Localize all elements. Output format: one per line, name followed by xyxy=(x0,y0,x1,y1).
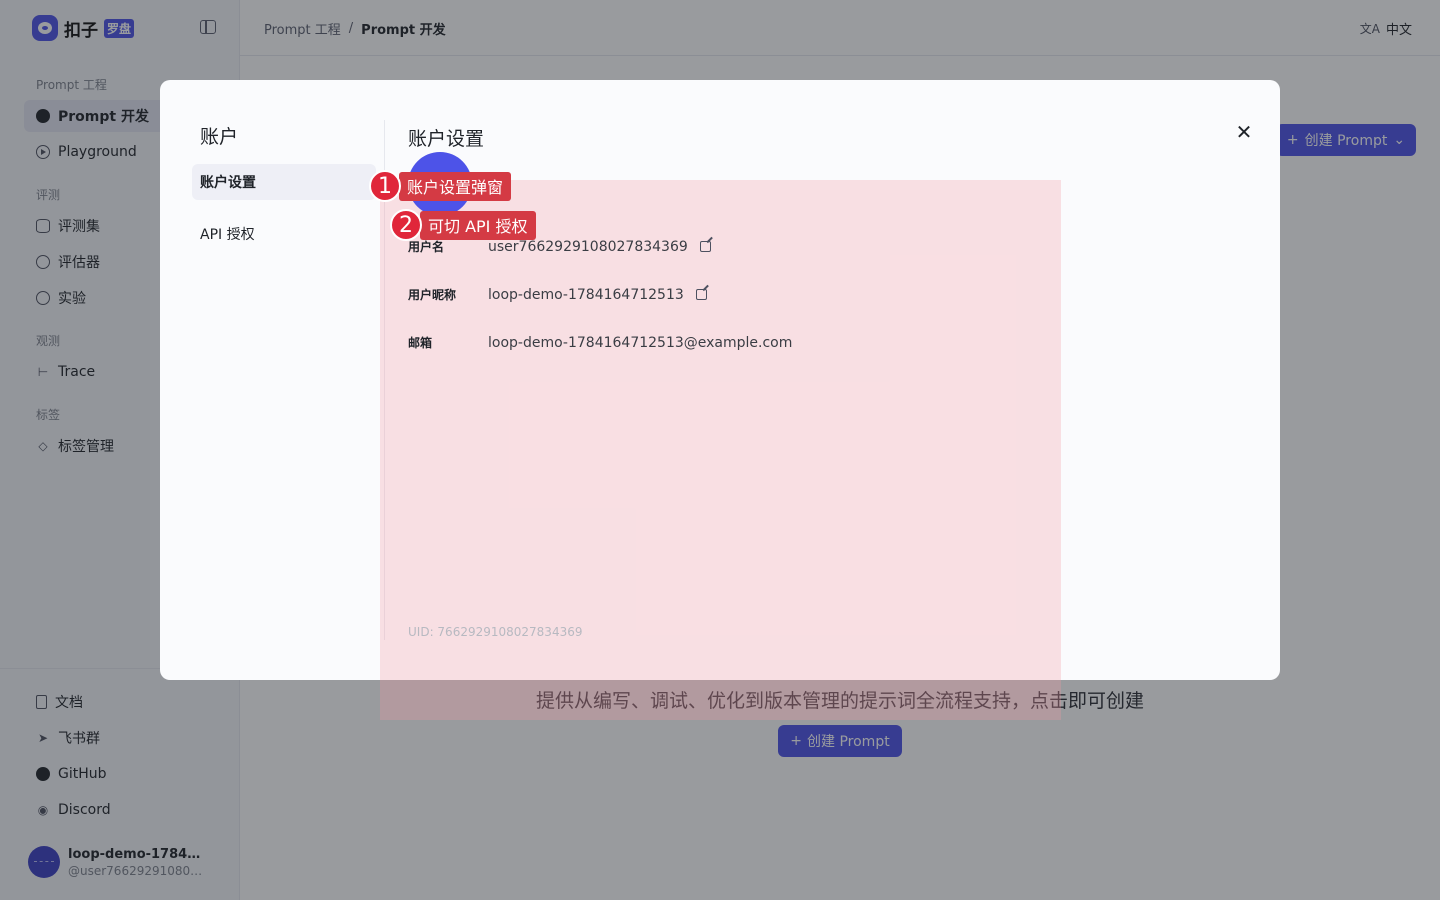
annotation-label: 可切 API 授权 xyxy=(420,210,536,240)
annotation-1: 1 账户设置弹窗 xyxy=(369,170,512,202)
uid-text: UID: 7662929108027834369 xyxy=(408,625,583,639)
field-value: loop-demo-1784164712513@example.com xyxy=(488,334,793,351)
annotation-highlight-region xyxy=(380,180,1061,680)
field-label: 邮箱 xyxy=(408,336,433,350)
field-value: loop-demo-1784164712513 xyxy=(488,286,684,303)
annotation-number: 1 xyxy=(369,170,401,202)
annotation-highlight-region-bottom xyxy=(380,680,1061,720)
edit-icon[interactable] xyxy=(699,241,711,252)
field-nickname: 用户昵称 loop-demo-1784164712513 xyxy=(408,286,707,303)
annotation-label: 账户设置弹窗 xyxy=(399,171,512,201)
annotation-2: 2 可切 API 授权 xyxy=(390,209,536,241)
modal-tab-api-auth[interactable]: API 授权 xyxy=(192,216,376,252)
modal-tab-account-settings[interactable]: 账户设置 xyxy=(192,164,376,200)
annotation-number: 2 xyxy=(390,209,422,241)
close-icon[interactable]: ✕ xyxy=(1234,122,1254,142)
account-modal: 账户 账户设置 API 授权 账户设置 ✕ 用户名 user7662929108… xyxy=(160,80,1280,680)
field-email: 邮箱 loop-demo-1784164712513@example.com xyxy=(408,334,792,351)
edit-icon[interactable] xyxy=(695,289,707,300)
modal-nav-title: 账户 xyxy=(200,126,239,148)
modal-title: 账户设置 xyxy=(408,128,485,150)
field-label: 用户昵称 xyxy=(408,288,457,302)
